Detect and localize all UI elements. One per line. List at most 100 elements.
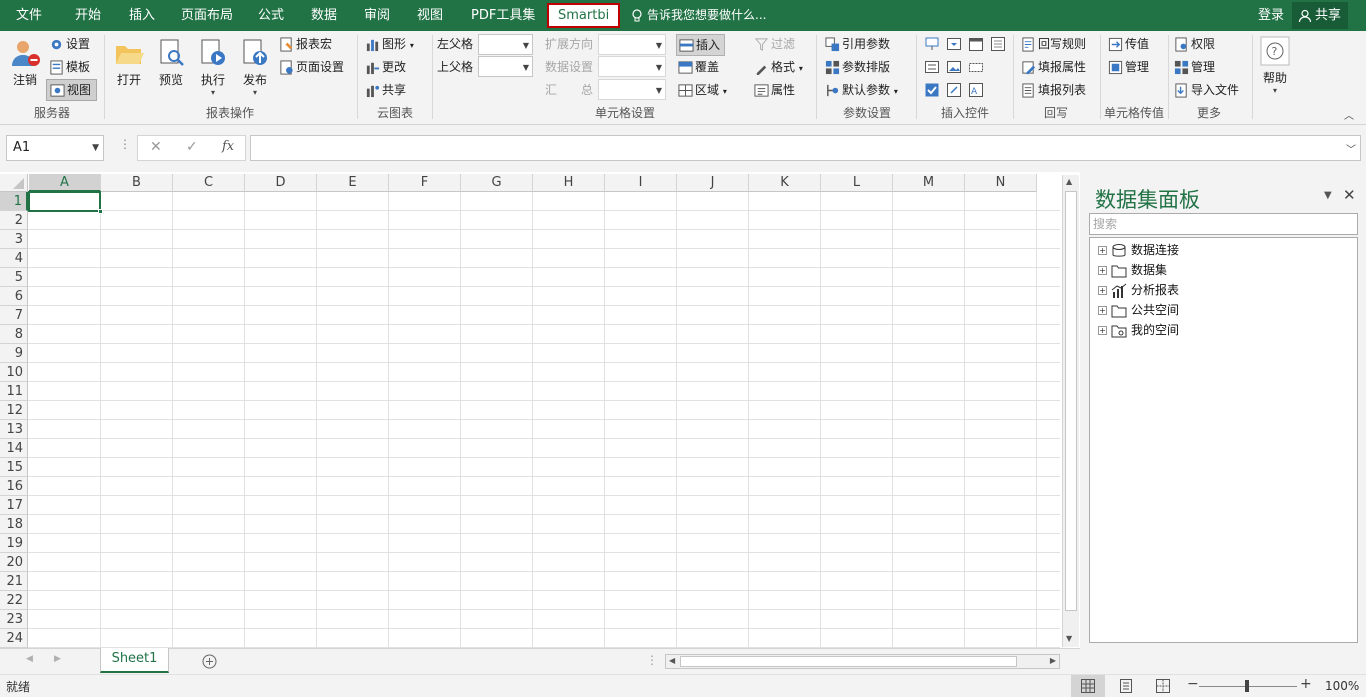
sheet-tab-sheet1[interactable]: Sheet1	[100, 648, 169, 673]
insert-function-button[interactable]: fx	[222, 139, 234, 154]
open-button[interactable]: 打开	[112, 37, 146, 88]
scroll-thumb[interactable]	[680, 656, 1017, 667]
row-header-1[interactable]: 1	[0, 192, 28, 211]
settings-button[interactable]: 设置	[49, 35, 90, 53]
tree-control-icon[interactable]	[924, 36, 940, 52]
transfer-value-button[interactable]: 传值	[1108, 35, 1149, 53]
row-header-21[interactable]: 21	[0, 572, 28, 591]
macro-button[interactable]: 报表宏	[279, 35, 332, 53]
column-header-H[interactable]: H	[533, 174, 605, 192]
row-header-24[interactable]: 24	[0, 629, 28, 648]
list-control-icon[interactable]	[924, 59, 940, 75]
import-file-button[interactable]: 导入文件	[1174, 81, 1239, 99]
tab-home[interactable]: 开始	[75, 0, 101, 31]
column-header-F[interactable]: F	[389, 174, 461, 192]
logout-button[interactable]: 注销	[8, 37, 42, 88]
image-control-icon[interactable]	[946, 59, 962, 75]
row-header-6[interactable]: 6	[0, 287, 28, 306]
top-parent-dropdown[interactable]: ▼	[478, 56, 533, 77]
row-header-3[interactable]: 3	[0, 230, 28, 249]
tree-node-my-space[interactable]: + 我的空间	[1098, 320, 1179, 340]
label-control-icon[interactable]: A	[968, 82, 984, 98]
row-header-12[interactable]: 12	[0, 401, 28, 420]
drag-handle-icon[interactable]: ⋮	[119, 137, 131, 151]
share-chart-button[interactable]: 共享	[365, 81, 406, 99]
row-header-14[interactable]: 14	[0, 439, 28, 458]
search-input[interactable]: 搜索	[1089, 213, 1358, 235]
column-header-D[interactable]: D	[245, 174, 317, 192]
expand-icon[interactable]: +	[1098, 266, 1107, 275]
expand-icon[interactable]: +	[1098, 326, 1107, 335]
select-all-corner[interactable]	[0, 174, 28, 192]
row-header-17[interactable]: 17	[0, 496, 28, 515]
row-header-11[interactable]: 11	[0, 382, 28, 401]
format-button[interactable]: 格式 ▾	[754, 58, 803, 78]
fill-attributes-button[interactable]: 填报属性	[1021, 58, 1086, 76]
row-header-13[interactable]: 13	[0, 420, 28, 439]
template-button[interactable]: 模板	[49, 58, 90, 76]
chart-button[interactable]: 图形 ▾	[365, 35, 414, 55]
data-settings-dropdown[interactable]: ▼	[598, 56, 666, 77]
login-link[interactable]: 登录	[1258, 0, 1284, 31]
view-button[interactable]: 视图	[46, 79, 98, 101]
summary-dropdown[interactable]: ▼	[598, 79, 666, 100]
help-button[interactable]: ? 帮助 ▾	[1258, 35, 1292, 95]
tab-smartbi[interactable]: Smartbi	[547, 3, 621, 28]
column-header-J[interactable]: J	[677, 174, 749, 192]
column-header-G[interactable]: G	[461, 174, 533, 192]
textbox-control-icon[interactable]	[968, 59, 984, 75]
row-header-5[interactable]: 5	[0, 268, 28, 287]
collapse-ribbon-icon[interactable]: ︿	[1344, 107, 1354, 122]
zoom-out-button[interactable]: −	[1187, 676, 1199, 692]
row-header-18[interactable]: 18	[0, 515, 28, 534]
active-cell-A1[interactable]	[28, 191, 103, 214]
column-header-K[interactable]: K	[749, 174, 821, 192]
left-parent-dropdown[interactable]: ▼	[478, 34, 533, 55]
expand-direction-dropdown[interactable]: ▼	[598, 34, 666, 55]
permission-button[interactable]: 权限	[1174, 35, 1215, 53]
column-header-E[interactable]: E	[317, 174, 389, 192]
tab-data[interactable]: 数据	[311, 0, 337, 31]
row-header-20[interactable]: 20	[0, 553, 28, 572]
preview-button[interactable]: 预览	[154, 37, 188, 88]
column-header-C[interactable]: C	[173, 174, 245, 192]
tree-node-data-connection[interactable]: + 数据连接	[1098, 240, 1179, 260]
add-sheet-icon[interactable]	[202, 654, 217, 669]
column-header-M[interactable]: M	[893, 174, 965, 192]
tree-node-public-space[interactable]: + 公共空间	[1098, 300, 1179, 320]
share-button[interactable]: 共享	[1292, 2, 1348, 29]
tell-me-box[interactable]: 告诉我您想要做什么...	[631, 0, 766, 31]
page-layout-view-icon[interactable]	[1119, 679, 1133, 693]
page-break-view-icon[interactable]	[1156, 679, 1170, 693]
fill-handle[interactable]	[98, 209, 103, 214]
tab-formulas[interactable]: 公式	[258, 0, 284, 31]
row-header-4[interactable]: 4	[0, 249, 28, 268]
scroll-up-icon[interactable]: ▲	[1066, 177, 1072, 186]
cover-mode-button[interactable]: 覆盖	[678, 58, 719, 76]
column-header-N[interactable]: N	[965, 174, 1037, 192]
zoom-level[interactable]: 100%	[1325, 679, 1359, 693]
column-header-L[interactable]: L	[821, 174, 893, 192]
column-header-B[interactable]: B	[101, 174, 173, 192]
fill-list-button[interactable]: 填报列表	[1021, 81, 1086, 99]
ref-param-button[interactable]: 引用参数	[825, 35, 890, 53]
row-header-22[interactable]: 22	[0, 591, 28, 610]
cancel-icon[interactable]: ✕	[150, 139, 162, 155]
row-header-7[interactable]: 7	[0, 306, 28, 325]
link-control-icon[interactable]	[946, 82, 962, 98]
tab-page-layout[interactable]: 页面布局	[181, 0, 233, 31]
scroll-left-icon[interactable]: ◀	[669, 656, 675, 665]
execute-button[interactable]: 执行 ▾	[196, 37, 230, 97]
row-header-19[interactable]: 19	[0, 534, 28, 553]
spreadsheet-grid[interactable]: ABCDEFGHIJKLMN 1 2 3 4 5 6 7 8 9 10 11 12 13 14 15 16 17…	[0, 172, 1080, 648]
more-manage-button[interactable]: 管理	[1174, 58, 1215, 76]
tab-pdf-tools[interactable]: PDF工具集	[471, 0, 535, 31]
scroll-thumb[interactable]	[1065, 191, 1077, 611]
transfer-manage-button[interactable]: 管理	[1108, 58, 1149, 76]
insert-mode-button[interactable]: 插入	[676, 34, 726, 56]
panel-menu-icon[interactable]: ▼	[1324, 190, 1332, 201]
expand-icon[interactable]: +	[1098, 286, 1107, 295]
default-param-button[interactable]: 默认参数 ▾	[825, 81, 898, 101]
region-button[interactable]: 区域 ▾	[678, 81, 727, 101]
column-header-I[interactable]: I	[605, 174, 677, 192]
